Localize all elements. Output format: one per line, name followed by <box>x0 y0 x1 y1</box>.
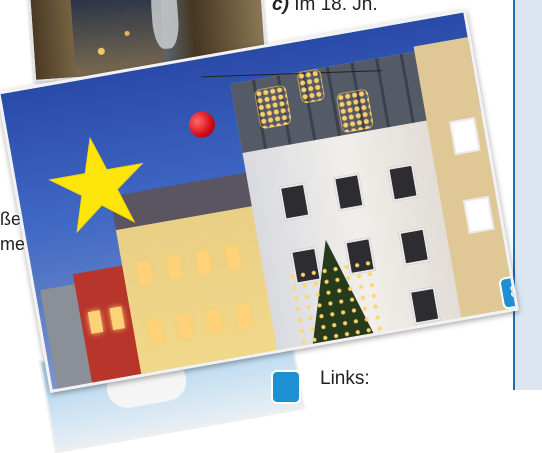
lit-window <box>166 255 183 280</box>
lit-window <box>225 245 242 270</box>
lit-window <box>109 306 126 331</box>
light-figure <box>335 88 375 134</box>
tree-lights <box>285 256 394 381</box>
window <box>333 173 365 212</box>
ornament-icon <box>186 109 217 140</box>
window <box>408 286 441 325</box>
window <box>463 195 495 234</box>
star-icon <box>48 136 144 234</box>
lit-window <box>235 304 252 329</box>
caption-letter: c) <box>272 0 289 15</box>
lit-window <box>147 319 163 344</box>
lit-window <box>136 260 153 285</box>
lit-window <box>196 250 212 275</box>
side-text-fragment-2: me <box>0 234 26 254</box>
window <box>387 163 419 202</box>
right-side-panel <box>513 0 542 390</box>
photo-number-badge-bottom <box>271 370 301 404</box>
lit-window <box>206 309 223 334</box>
links-label: Links: <box>320 368 370 389</box>
caption-text: Im 18. Jh. <box>294 0 378 15</box>
lit-window <box>87 310 104 334</box>
window <box>449 117 481 156</box>
caption-c: c) Im 18. Jh. <box>272 0 378 16</box>
lit-window <box>176 314 193 339</box>
window <box>278 182 311 221</box>
light-figure <box>253 84 293 130</box>
window <box>398 227 431 266</box>
